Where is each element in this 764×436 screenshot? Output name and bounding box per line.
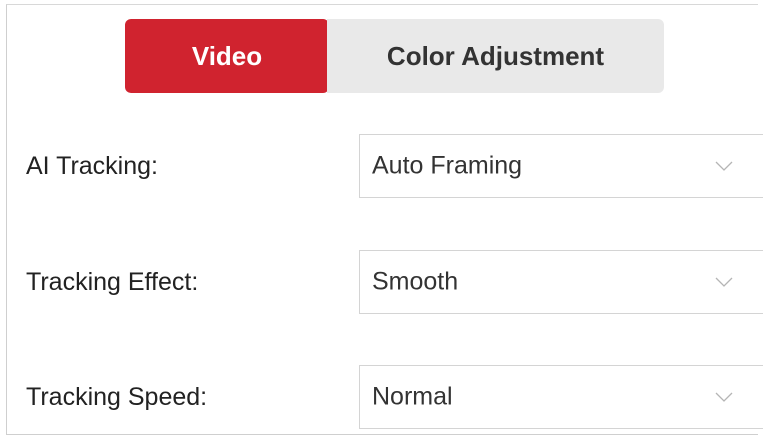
chevron-down-icon — [715, 392, 733, 402]
tab-bar: Video Color Adjustment — [125, 19, 664, 93]
tracking-speed-label: Tracking Speed: — [26, 383, 208, 411]
tab-color-adjustment[interactable]: Color Adjustment — [327, 19, 664, 93]
tracking-speed-value: Normal — [372, 382, 453, 411]
tracking-effect-label: Tracking Effect: — [26, 268, 199, 296]
tab-video[interactable]: Video — [125, 19, 329, 93]
tracking-effect-select[interactable]: Smooth — [359, 250, 763, 314]
tracking-effect-value: Smooth — [372, 267, 459, 296]
tracking-speed-select[interactable]: Normal — [359, 365, 763, 429]
chevron-down-icon — [715, 277, 733, 287]
ai-tracking-label: AI Tracking: — [26, 152, 158, 180]
chevron-down-icon — [715, 161, 733, 171]
ai-tracking-select[interactable]: Auto Framing — [359, 134, 763, 198]
ai-tracking-value: Auto Framing — [372, 151, 523, 180]
